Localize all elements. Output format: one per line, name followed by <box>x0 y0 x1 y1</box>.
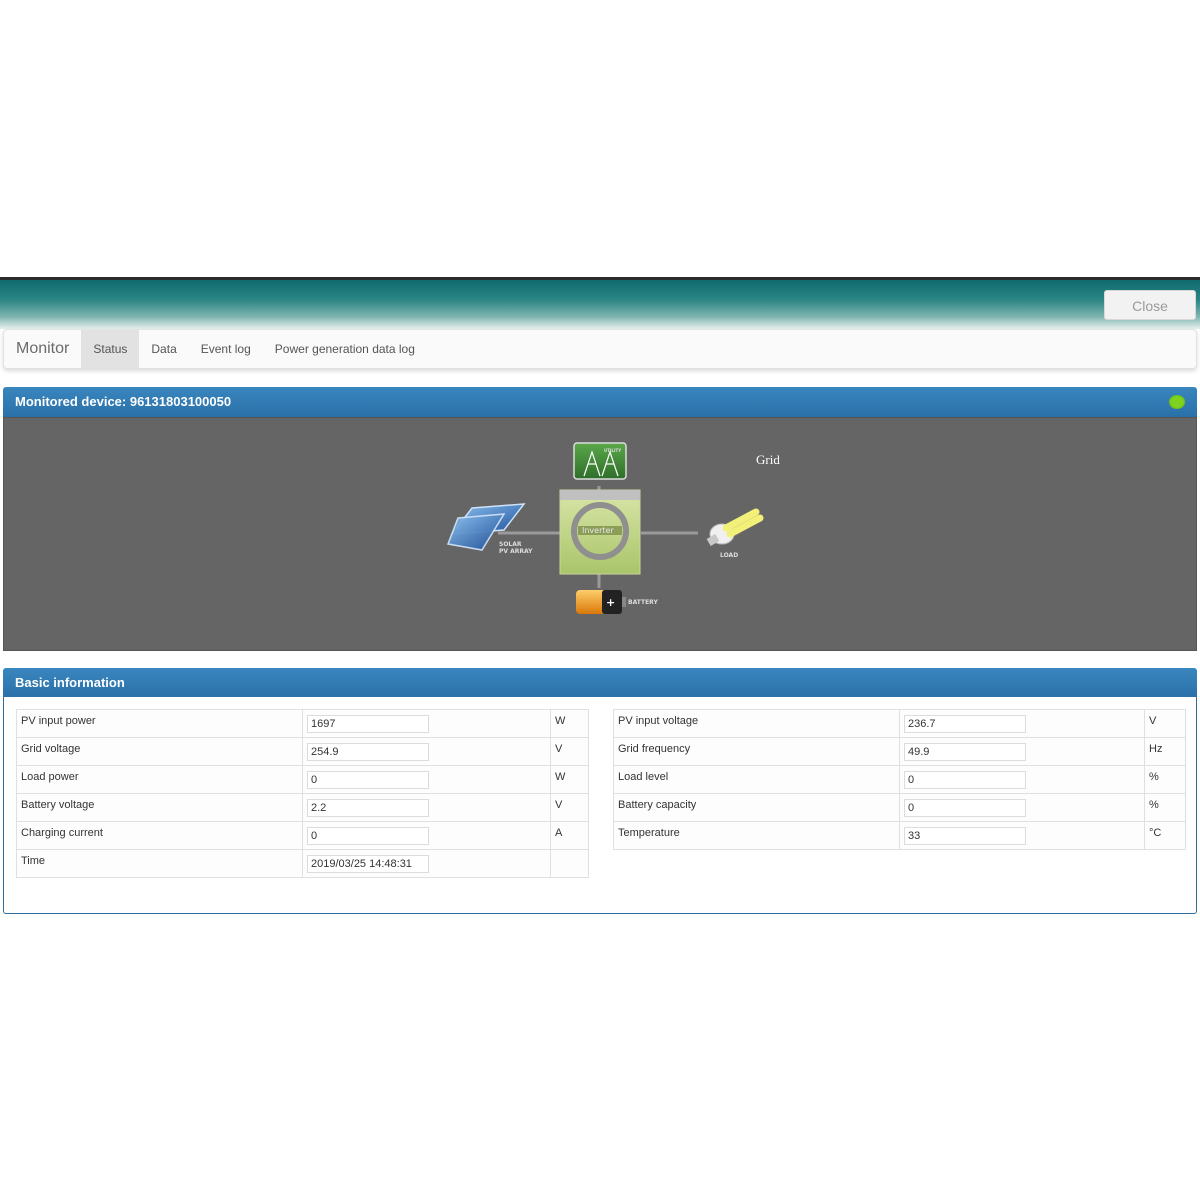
field-unit: W <box>550 765 589 794</box>
field-unit <box>550 849 589 878</box>
battery-voltage-field[interactable] <box>307 799 429 817</box>
field-label: Load level <box>613 765 900 794</box>
field-label: PV input power <box>16 709 303 738</box>
table-row: PV input voltage V <box>613 709 1186 738</box>
field-unit: W <box>550 709 589 738</box>
table-row: Charging current A <box>16 821 589 850</box>
inverter-icon: Inverter <box>559 489 641 575</box>
brand-title: Monitor <box>16 340 70 357</box>
utility-icon: UTILITY <box>573 442 627 480</box>
basic-info-header: Basic information <box>3 668 1197 698</box>
field-unit: Hz <box>1144 737 1186 766</box>
basic-info-table-right: PV input voltage V Grid frequency Hz Loa… <box>613 709 1186 850</box>
field-label: Charging current <box>16 821 303 850</box>
svg-text:Inverter: Inverter <box>582 526 614 535</box>
svg-text:BATTERY: BATTERY <box>628 599 658 606</box>
table-row: Battery capacity % <box>613 793 1186 822</box>
close-button[interactable]: Close <box>1104 290 1196 320</box>
load-level-field[interactable] <box>904 771 1026 789</box>
field-label: Time <box>16 849 303 878</box>
grid-voltage-field[interactable] <box>307 743 429 761</box>
load-power-field[interactable] <box>307 771 429 789</box>
svg-text:UTILITY: UTILITY <box>604 448 621 453</box>
table-row: Grid voltage V <box>16 737 589 766</box>
field-label: Load power <box>16 765 303 794</box>
battery-capacity-field[interactable] <box>904 799 1026 817</box>
field-unit: °C <box>1144 821 1186 850</box>
tab-power-generation-data-log[interactable]: Power generation data log <box>263 330 427 368</box>
device-panel-title: Monitored device: 96131803100050 <box>15 394 232 409</box>
pv-input-voltage-field[interactable] <box>904 715 1026 733</box>
field-label: Battery voltage <box>16 793 303 822</box>
table-row: Battery voltage V <box>16 793 589 822</box>
tab-status[interactable]: Status <box>81 330 140 368</box>
field-unit: A <box>550 821 589 850</box>
battery-icon: + BATTERY <box>576 590 658 614</box>
grid-frequency-field[interactable] <box>904 743 1026 761</box>
svg-text:LOAD: LOAD <box>720 552 738 559</box>
field-unit: % <box>1144 793 1186 822</box>
field-label: Temperature <box>613 821 900 850</box>
charging-current-field[interactable] <box>307 827 429 845</box>
table-row: Temperature °C <box>613 821 1186 850</box>
table-row: Grid frequency Hz <box>613 737 1186 766</box>
field-label: Battery capacity <box>613 793 900 822</box>
pv-input-power-field[interactable] <box>307 715 429 733</box>
basic-info-table-left: PV input power W Grid voltage V Load pow… <box>16 709 589 878</box>
field-unit: V <box>550 737 589 766</box>
table-row: Time <box>16 849 589 878</box>
navbar: Monitor Status Data Event log Power gene… <box>3 329 1197 369</box>
flow-diagram-svg: UTILITY Inverter SOLAR PV ARRAY LOAD + B… <box>446 442 764 614</box>
status-indicator-icon <box>1169 395 1185 409</box>
svg-text:SOLAR: SOLAR <box>499 541 522 548</box>
basic-info-body: PV input power W Grid voltage V Load pow… <box>3 697 1197 914</box>
solar-panel-icon: SOLAR PV ARRAY <box>446 503 533 555</box>
svg-text:+: + <box>606 596 615 609</box>
table-row: Load level % <box>613 765 1186 794</box>
table-row: Load power W <box>16 765 589 794</box>
field-label: Grid frequency <box>613 737 900 766</box>
device-panel-header: Monitored device: 96131803100050 <box>3 387 1197 417</box>
field-label: PV input voltage <box>613 709 900 738</box>
tab-event-log[interactable]: Event log <box>189 330 263 368</box>
basic-info-title: Basic information <box>15 675 125 690</box>
window-header: Close <box>0 277 1200 329</box>
energy-flow-diagram: Grid UTILITY Inverter SOLAR PV ARRAY LOA… <box>3 417 1197 651</box>
load-icon: LOAD <box>706 508 764 559</box>
time-field[interactable] <box>307 855 429 873</box>
field-unit: V <box>1144 709 1186 738</box>
field-unit: % <box>1144 765 1186 794</box>
temperature-field[interactable] <box>904 827 1026 845</box>
tab-data[interactable]: Data <box>139 330 188 368</box>
svg-text:PV ARRAY: PV ARRAY <box>499 548 533 555</box>
table-row: PV input power W <box>16 709 589 738</box>
field-label: Grid voltage <box>16 737 303 766</box>
field-unit: V <box>550 793 589 822</box>
